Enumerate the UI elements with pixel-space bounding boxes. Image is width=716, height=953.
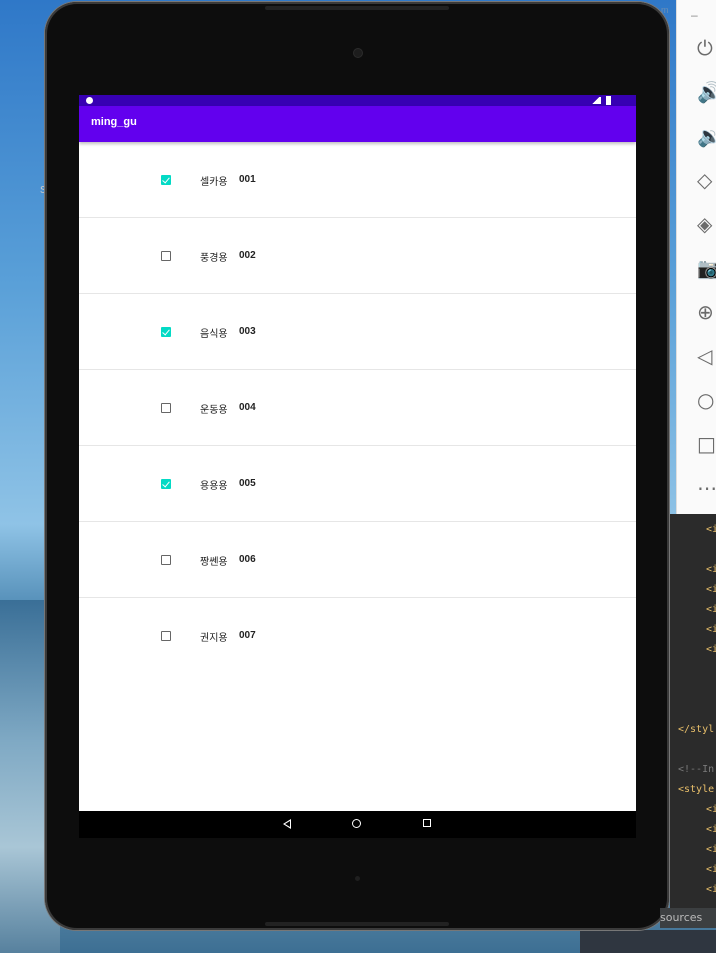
- item-name: 운동용: [200, 405, 228, 416]
- checkbox[interactable]: [161, 327, 171, 337]
- minimize-icon[interactable]: –: [691, 8, 698, 22]
- item-number: 003: [239, 326, 256, 337]
- battery-icon: [606, 96, 611, 105]
- app-title: ming_gu: [91, 116, 137, 128]
- nav-back-icon[interactable]: [283, 819, 291, 829]
- code-line: <i: [706, 584, 716, 595]
- item-name: 용용용: [200, 481, 228, 492]
- speaker-grill-top: [265, 6, 449, 10]
- code-line: <i: [706, 844, 716, 855]
- code-editor: <i <i <i <i <i <i </styl <!--In <style <…: [670, 514, 716, 909]
- item-name: 권지용: [200, 633, 228, 644]
- ide-tab[interactable]: sources: [660, 908, 716, 928]
- code-line: <i: [706, 864, 716, 875]
- item-name: 음식용: [200, 329, 228, 340]
- list-item[interactable]: 용용용 005: [79, 446, 636, 522]
- code-line: <i: [706, 604, 716, 615]
- camera-lens: [353, 48, 363, 58]
- item-number: 001: [239, 174, 256, 185]
- item-number: 004: [239, 402, 256, 413]
- nav-recents-icon[interactable]: [423, 819, 431, 827]
- camera-icon[interactable]: 📷: [697, 256, 716, 280]
- item-name: 짱쎈용: [200, 557, 228, 568]
- code-line: </styl: [678, 724, 715, 735]
- emulator-toolbar: – ⏻ 🔊 🔉 ◇ ◈ 📷 ⊕ ◁ ○ □ ⋯: [676, 0, 716, 515]
- checkbox-list: 셀카용 001 풍경용 002 음식용 003 운동용 004 용용용 005 …: [79, 142, 636, 673]
- code-line: <i: [706, 644, 716, 655]
- item-number: 007: [239, 630, 256, 641]
- overview-icon[interactable]: □: [697, 432, 716, 456]
- item-number: 006: [239, 554, 256, 565]
- volume-up-icon[interactable]: 🔊: [697, 80, 716, 104]
- desktop-taskbar-fragment: [580, 930, 716, 953]
- list-item[interactable]: 음식용 003: [79, 294, 636, 370]
- code-line: <i: [706, 564, 716, 575]
- speaker-grill-bottom: [265, 922, 449, 926]
- rotate-right-icon[interactable]: ◈: [697, 212, 716, 236]
- status-bar: [79, 95, 636, 106]
- code-line: <i: [706, 804, 716, 815]
- item-name: 풍경용: [200, 253, 228, 264]
- code-line: <i: [706, 884, 716, 895]
- list-item[interactable]: 셀카용 001: [79, 142, 636, 218]
- code-line: <i: [706, 824, 716, 835]
- nav-home-icon[interactable]: [352, 819, 361, 828]
- volume-down-icon[interactable]: 🔉: [697, 124, 716, 148]
- code-line: <i: [706, 624, 716, 635]
- list-item[interactable]: 권지용 007: [79, 598, 636, 673]
- list-item[interactable]: 운동용 004: [79, 370, 636, 446]
- checkbox[interactable]: [161, 175, 171, 185]
- sensor: [355, 876, 360, 881]
- item-number: 005: [239, 478, 256, 489]
- navigation-bar: [79, 811, 636, 838]
- checkbox[interactable]: [161, 479, 171, 489]
- list-item[interactable]: 짱쎈용 006: [79, 522, 636, 598]
- home-icon[interactable]: ○: [697, 388, 716, 412]
- item-number: 002: [239, 250, 256, 261]
- checkbox[interactable]: [161, 403, 171, 413]
- code-line: <style: [678, 784, 715, 795]
- back-icon[interactable]: ◁: [697, 344, 716, 368]
- checkbox[interactable]: [161, 631, 171, 641]
- power-icon[interactable]: ⏻: [697, 36, 716, 60]
- app-bar: ming_gu: [79, 106, 636, 142]
- zoom-icon[interactable]: ⊕: [697, 300, 716, 324]
- notification-icon: [86, 97, 93, 104]
- signal-icon: [591, 97, 601, 104]
- list-item[interactable]: 풍경용 002: [79, 218, 636, 294]
- device-screen: ming_gu 셀카용 001 풍경용 002 음식용 003 운동용 004 …: [79, 95, 636, 838]
- checkbox[interactable]: [161, 251, 171, 261]
- checkbox[interactable]: [161, 555, 171, 565]
- code-line: <i: [706, 524, 716, 535]
- code-line: <!--In: [678, 764, 715, 775]
- rotate-left-icon[interactable]: ◇: [697, 168, 716, 192]
- more-icon[interactable]: ⋯: [697, 476, 716, 500]
- item-name: 셀카용: [200, 177, 228, 188]
